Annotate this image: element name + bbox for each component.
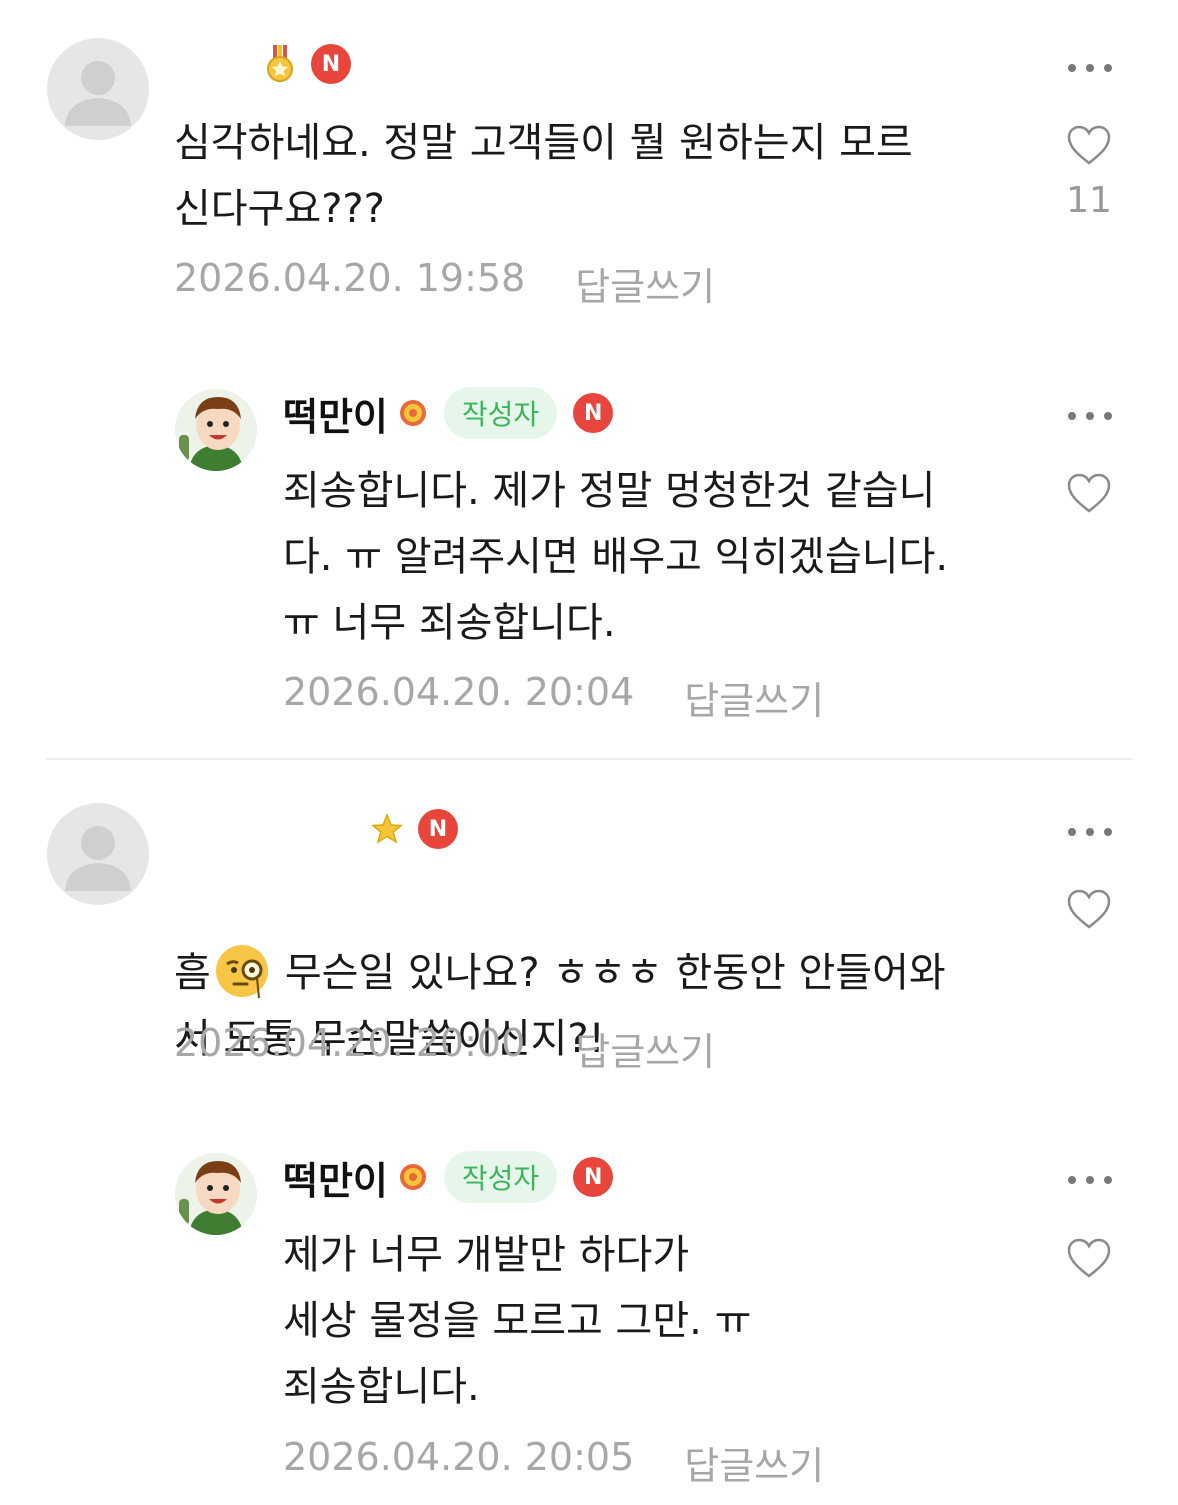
star-icon: [370, 812, 404, 846]
like-button[interactable]: 11: [1066, 124, 1112, 221]
comment-divider: [46, 758, 1132, 760]
more-options-icon[interactable]: [1068, 406, 1112, 426]
comment-author-row: N: [255, 40, 351, 88]
reply-button[interactable]: 답글쓰기: [575, 256, 715, 311]
new-badge: N: [418, 809, 458, 849]
comment-text: 제가 너무 개발만 하다가 세상 물정을 모르고 그만. ㅠ 죄송합니다.: [283, 1232, 752, 1410]
user-silhouette-icon: [65, 826, 131, 891]
monocle-face-emoji: [213, 942, 271, 1000]
more-options-icon[interactable]: [1068, 822, 1112, 842]
comment-meta: 2026.04.20. 20:04 답글쓰기: [283, 670, 824, 725]
comment-text: 심각하네요. 정말 고객들이 뭘 원하는지 모르 신다구요???: [174, 120, 913, 232]
nickname[interactable]: 떡만이: [283, 1150, 388, 1205]
new-badge: N: [573, 1157, 614, 1197]
user-silhouette-icon: [65, 61, 131, 126]
timestamp: 2026.04.20. 20:00: [174, 1021, 526, 1065]
sun-badge-icon: [396, 1160, 430, 1194]
like-count: 11: [1066, 180, 1112, 221]
heart-icon: [1067, 1238, 1111, 1278]
timestamp: 2026.04.20. 20:04: [283, 670, 635, 714]
comment-author-row: N: [362, 805, 458, 853]
more-options-icon[interactable]: [1068, 58, 1112, 78]
comment-meta: 2026.04.20. 20:00 답글쓰기: [174, 1021, 715, 1076]
heart-icon: [1067, 473, 1111, 513]
heart-icon: [1067, 125, 1111, 165]
author-avatar[interactable]: [175, 389, 257, 471]
new-badge: N: [311, 44, 351, 84]
reply-button[interactable]: 답글쓰기: [684, 1435, 824, 1490]
default-avatar[interactable]: [47, 38, 149, 140]
comment-author-row: 떡만이 작성자 N: [283, 1151, 614, 1203]
cartoon-face-icon: [175, 1153, 257, 1235]
heart-icon: [1067, 889, 1111, 929]
more-options-icon[interactable]: [1068, 1170, 1112, 1190]
writer-badge: 작성자: [443, 387, 558, 439]
writer-badge: 작성자: [443, 1151, 558, 1203]
reply-button[interactable]: 답글쓰기: [575, 1021, 715, 1076]
like-button[interactable]: [1066, 1237, 1112, 1279]
comment-meta: 2026.04.20. 20:05 답글쓰기: [283, 1435, 824, 1490]
comment-author-row: 떡만이 작성자 N: [283, 387, 614, 439]
reply-button[interactable]: 답글쓰기: [684, 670, 824, 725]
comment-meta: 2026.04.20. 19:58 답글쓰기: [174, 256, 715, 311]
sun-badge-icon: [396, 396, 430, 430]
like-button[interactable]: [1066, 472, 1112, 514]
comment-text: 죄송합니다. 제가 정말 멍청한것 같습니 다. ㅠ 알려주시면 배우고 익히겠…: [283, 468, 949, 646]
comment-text-prefix: 흠: [174, 950, 211, 996]
like-button[interactable]: [1066, 888, 1112, 930]
medal-icon: [263, 45, 297, 82]
cartoon-face-icon: [175, 389, 257, 471]
timestamp: 2026.04.20. 19:58: [174, 256, 526, 300]
default-avatar[interactable]: [47, 803, 149, 905]
nickname[interactable]: 떡만이: [283, 386, 388, 441]
timestamp: 2026.04.20. 20:05: [283, 1435, 635, 1479]
new-badge: N: [573, 393, 614, 433]
author-avatar[interactable]: [175, 1153, 257, 1235]
